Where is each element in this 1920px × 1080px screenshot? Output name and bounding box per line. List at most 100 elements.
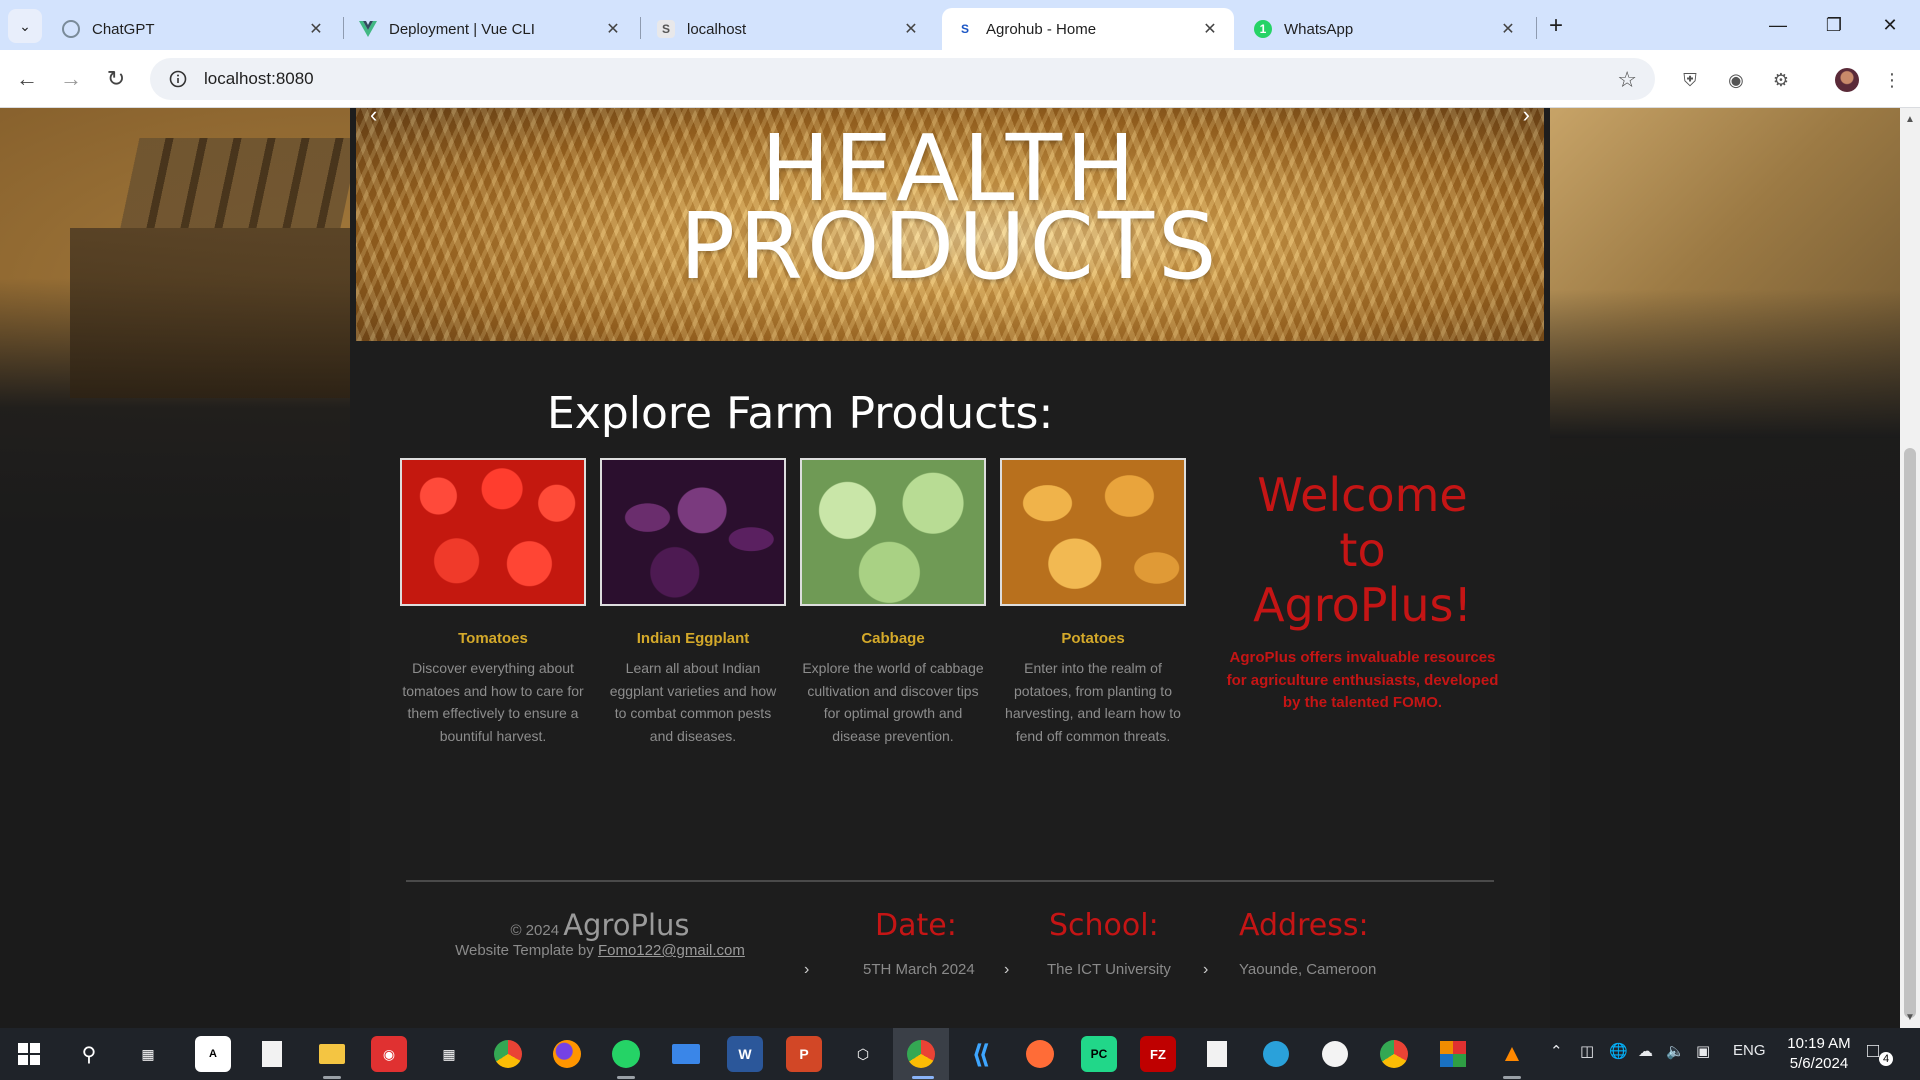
footer-heading: Address:	[1239, 908, 1369, 943]
volume-icon[interactable]: 🔈	[1666, 1042, 1685, 1060]
postman-icon[interactable]	[1022, 1036, 1058, 1072]
product-description: Discover everything about tomatoes and h…	[402, 660, 584, 744]
product-description: Learn all about Indian eggplant varietie…	[609, 660, 777, 744]
product-card-indian-eggplant[interactable]: Indian Eggplant Learn all about Indian e…	[600, 458, 786, 747]
task-view-icon[interactable]: ▦	[130, 1036, 166, 1072]
chevron-right-icon: ›	[1203, 961, 1209, 978]
footer-heading: School:	[1049, 908, 1159, 943]
vlc-icon[interactable]: ▲	[1494, 1036, 1530, 1072]
product-card-cabbage[interactable]: Cabbage Explore the world of cabbage cul…	[800, 458, 986, 747]
tomatoes-image[interactable]	[400, 458, 586, 606]
field-background-image	[1545, 108, 1900, 438]
bookmark-star-icon[interactable]: ☆	[1617, 67, 1637, 93]
product-name: Indian Eggplant	[636, 630, 750, 647]
address-bar[interactable]: localhost:8080 ☆	[150, 58, 1655, 100]
minimize-button[interactable]: —	[1758, 8, 1798, 42]
browser-menu-icon[interactable]: ⋮	[1878, 66, 1906, 94]
recorder-app-icon[interactable]: ◉	[371, 1036, 407, 1072]
close-icon[interactable]: ✕	[901, 19, 921, 39]
tab-agrohub-home[interactable]: S Agrohub - Home ✕	[942, 8, 1234, 50]
product-description: Explore the world of cabbage cultivation…	[802, 660, 984, 744]
forward-button[interactable]: →	[56, 64, 86, 94]
filezilla-icon[interactable]: FZ	[1140, 1036, 1176, 1072]
vscode-icon[interactable]: ⟪	[963, 1036, 999, 1072]
firefox-icon[interactable]	[549, 1036, 585, 1072]
profile-avatar[interactable]	[1833, 66, 1861, 94]
scroll-thumb[interactable]	[1904, 448, 1916, 1018]
globe-network-icon[interactable]: 🌐	[1609, 1042, 1628, 1060]
notification-center-icon[interactable]: □ 4	[1867, 1040, 1893, 1066]
display-icon[interactable]: ▣	[1696, 1042, 1710, 1060]
pycharm-icon[interactable]: PC	[1081, 1036, 1117, 1072]
scroll-down-arrow[interactable]: ▼	[1900, 1008, 1920, 1026]
tab-localhost[interactable]: S localhost ✕	[643, 8, 935, 50]
battery-icon[interactable]: ◫	[1580, 1042, 1594, 1060]
mail-icon[interactable]	[668, 1036, 704, 1072]
banner-heading: HEALTH PRODUCTS	[356, 123, 1544, 293]
footer-date-column: Date: 5TH March 2024	[863, 908, 975, 978]
banner-next-arrow[interactable]: ›	[1523, 108, 1530, 128]
reload-button[interactable]: ↻	[101, 64, 131, 94]
windows-taskbar: ⚲ ▦ A ◉ ▦ W P ⬡ ⟪ PC FZ ▲ ⌃ ◫ 🌐 ☁ 🔈 ▣ EN…	[0, 1028, 1920, 1080]
banner-prev-arrow[interactable]: ‹	[370, 108, 377, 128]
close-icon[interactable]: ✕	[1200, 19, 1220, 39]
chrome-icon[interactable]	[490, 1036, 526, 1072]
show-hidden-icons-chevron[interactable]: ⌃	[1550, 1042, 1563, 1060]
product-card-tomatoes[interactable]: Tomatoes Discover everything about tomat…	[400, 458, 586, 747]
footer-copyright: © 2024 AgroPlus Website Template by Fomo…	[410, 908, 790, 959]
product-card-potatoes[interactable]: Potatoes Enter into the realm of potatoe…	[1000, 458, 1186, 747]
shield-extension-icon[interactable]: ⛨	[1676, 66, 1704, 94]
product-name: Cabbage	[861, 630, 925, 647]
keyboard-app-icon[interactable]: A	[195, 1036, 231, 1072]
email-link[interactable]: Fomo122@gmail.com	[598, 942, 745, 959]
powerpoint-icon[interactable]: P	[786, 1036, 822, 1072]
search-icon[interactable]: ⚲	[71, 1036, 107, 1072]
chrome-canary-icon[interactable]	[1376, 1036, 1412, 1072]
tab-vue-cli[interactable]: Deployment | Vue CLI ✕	[345, 8, 637, 50]
page-viewport: ‹ › HEALTH PRODUCTS Explore Farm Product…	[0, 108, 1900, 1028]
browser-tab-strip: ⌄ ChatGPT ✕ Deployment | Vue CLI ✕ S loc…	[0, 0, 1920, 50]
tab-chatgpt[interactable]: ChatGPT ✕	[48, 8, 340, 50]
tab-title: WhatsApp	[1284, 20, 1354, 38]
footer-value: 5TH March 2024	[863, 961, 975, 978]
close-icon[interactable]: ✕	[1498, 19, 1518, 39]
potatoes-image[interactable]	[1000, 458, 1186, 606]
scroll-up-arrow[interactable]: ▲	[1900, 110, 1920, 128]
extensions-puzzle-icon[interactable]: ⚙	[1767, 66, 1795, 94]
telegram-icon[interactable]	[1258, 1036, 1294, 1072]
site-info-icon[interactable]	[158, 58, 198, 100]
footer-school-column: School: The ICT University	[1047, 908, 1171, 978]
virtualbox-icon[interactable]: ⬡	[845, 1036, 881, 1072]
system-clock[interactable]: 10:19 AM 5/6/2024	[1774, 1034, 1864, 1074]
word-icon[interactable]: W	[727, 1036, 763, 1072]
file-explorer-icon[interactable]	[314, 1036, 350, 1072]
copyright-text: © 2024	[510, 922, 560, 939]
chrome-profile-icon[interactable]	[903, 1036, 939, 1072]
file-icon[interactable]	[1199, 1036, 1235, 1072]
cloud-onedrive-icon[interactable]: ☁	[1638, 1042, 1653, 1060]
welcome-line-3: AgroPlus!	[1253, 578, 1472, 632]
tab-title: Deployment | Vue CLI	[389, 20, 535, 38]
vertical-scrollbar[interactable]: ▲ ▼	[1900, 108, 1920, 1028]
mongodb-compass-icon[interactable]	[1317, 1036, 1353, 1072]
tab-whatsapp[interactable]: 1 WhatsApp ✕	[1240, 8, 1532, 50]
tab-search-button[interactable]: ⌄	[8, 9, 42, 43]
input-language[interactable]: ENG	[1733, 1042, 1766, 1059]
close-icon[interactable]: ✕	[603, 19, 623, 39]
new-tab-button[interactable]: +	[1542, 12, 1570, 40]
restore-button[interactable]: ❐	[1814, 8, 1854, 42]
notepad-icon[interactable]	[254, 1036, 290, 1072]
windows-start-icon[interactable]	[11, 1036, 47, 1072]
back-button[interactable]: ←	[12, 64, 42, 94]
product-name: Potatoes	[1061, 630, 1125, 647]
eggplant-image[interactable]	[600, 458, 786, 606]
winrar-icon[interactable]	[1435, 1036, 1471, 1072]
calculator-icon[interactable]: ▦	[431, 1036, 467, 1072]
welcome-panel: Welcome to AgroPlus! AgroPlus offers inv…	[1225, 468, 1500, 715]
whatsapp-icon[interactable]	[608, 1036, 644, 1072]
cabbage-image[interactable]	[800, 458, 986, 606]
spy-extension-icon[interactable]: ◉	[1722, 66, 1750, 94]
window-close-button[interactable]: ✕	[1870, 8, 1910, 42]
explore-heading: Explore Farm Products:	[547, 388, 1054, 439]
close-icon[interactable]: ✕	[306, 19, 326, 39]
